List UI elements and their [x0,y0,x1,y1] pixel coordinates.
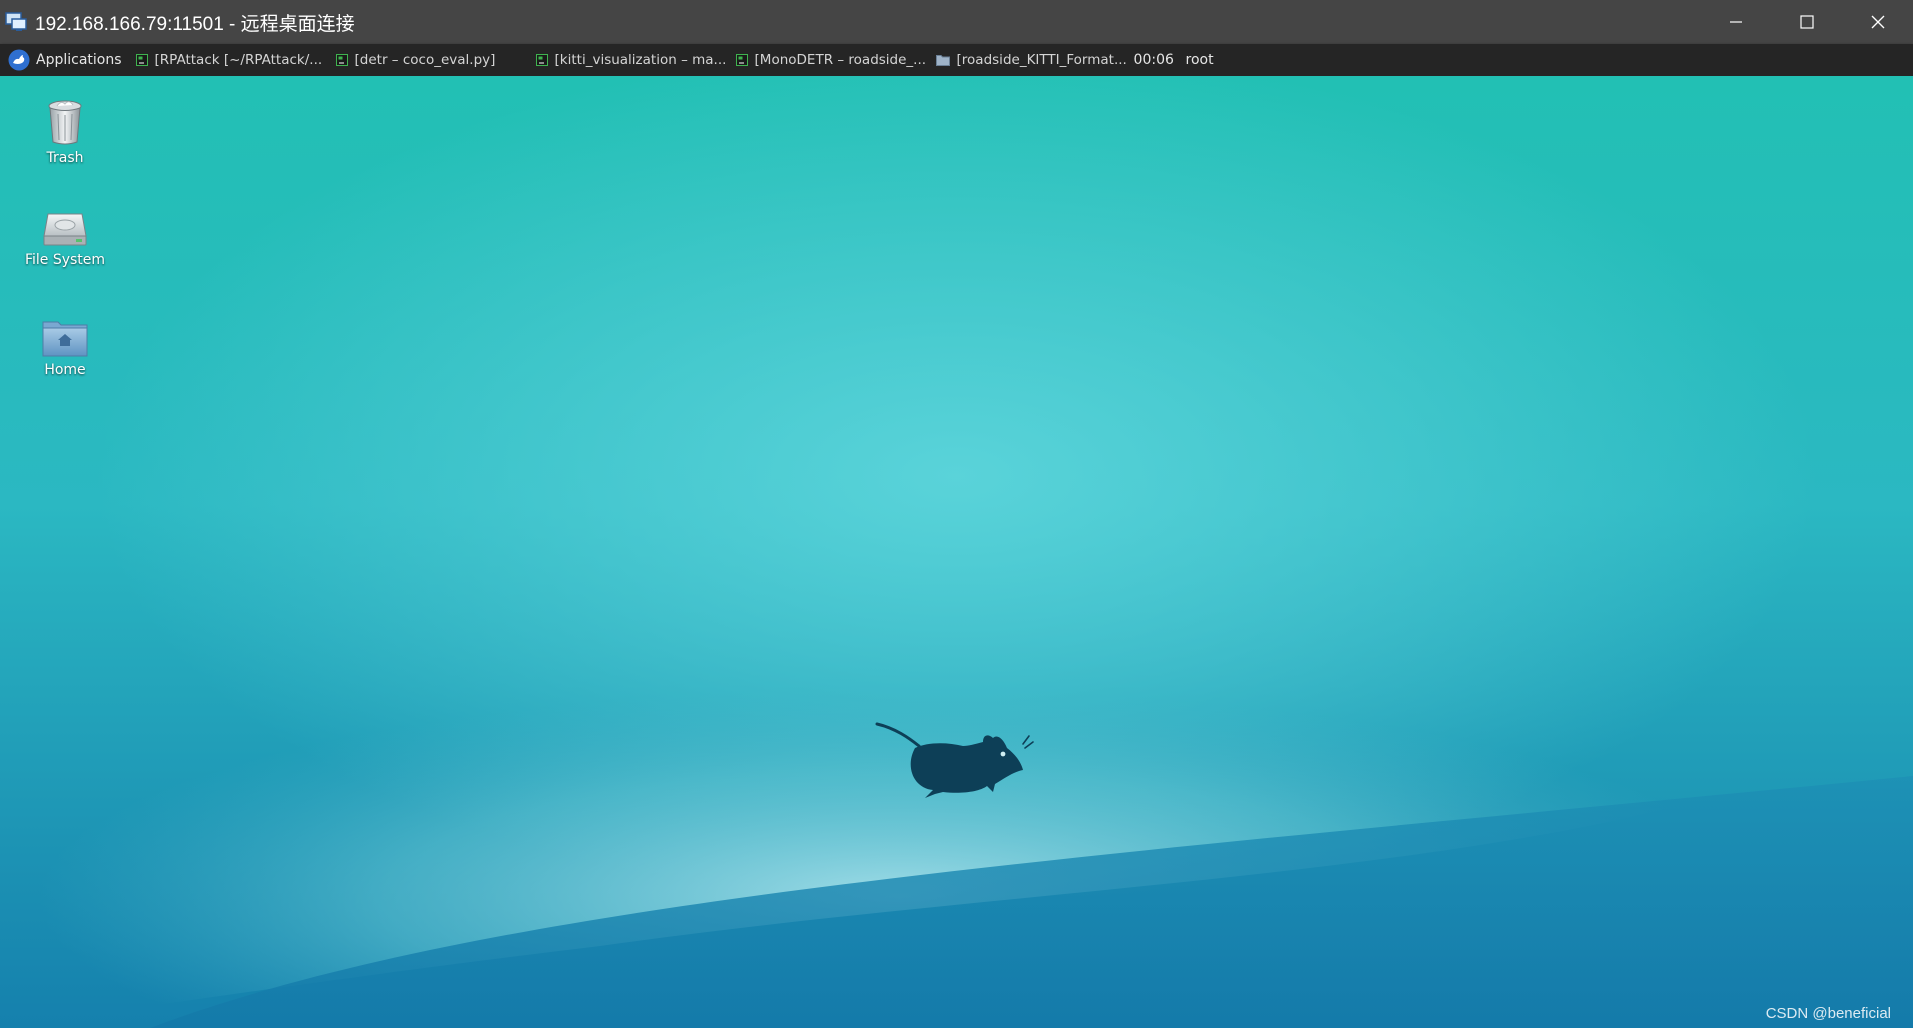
taskbar-item-label: [detr – coco_eval.py] [354,52,496,68]
panel-clock[interactable]: 00:06 [1134,52,1182,68]
taskbar-item-label: [RPAttack [~/RPAttack/... [154,52,323,68]
close-button[interactable] [1842,0,1913,44]
applications-menu-button[interactable]: Applications [0,44,132,76]
pycharm-icon [335,54,348,66]
taskbar-item-rpattack[interactable]: [RPAttack [~/RPAttack/... [132,44,332,76]
applications-label: Applications [36,52,122,68]
taskbar-item-monodetr[interactable]: [MonoDETR – roadside_... [732,44,932,76]
close-icon [1871,15,1884,29]
xfce-logo-icon [8,49,30,71]
desktop-icon-home[interactable]: Home [10,318,120,378]
taskbar-item-detr[interactable]: [detr – coco_eval.py] [332,44,532,76]
remote-desktop-icon [5,12,27,31]
taskbar-item-label: [kitti_visualization – ma... [554,52,727,68]
panel-user[interactable]: root [1186,52,1214,68]
maximize-button[interactable] [1771,0,1842,44]
desktop-icon-label: File System [24,252,106,268]
taskbar-item-kitti-visualization[interactable]: [kitti_visualization – ma... [532,44,732,76]
pycharm-icon [535,54,548,66]
xfce-mouse-logo [875,722,1034,798]
watermark: CSDN @beneficial [1765,1005,1891,1022]
taskbar-item-label: [roadside_KITTI_Format... [956,52,1127,68]
maximize-icon [1799,15,1814,29]
pycharm-icon [135,54,148,66]
desktop-icon-label: Home [44,362,86,378]
desktop-icon-trash[interactable]: Trash [10,98,120,166]
top-panel: Applications [RPAttack [~/RPAttack/... [… [0,44,1913,76]
trash-icon [48,100,82,145]
minimize-icon [1729,21,1742,23]
taskbar-item-roadside-kitti-folder[interactable]: [roadside_KITTI_Format... [932,44,1128,76]
wallpaper [0,76,1913,1028]
home-folder-icon [42,321,88,357]
taskbar-item-label: [MonoDETR – roadside_... [754,52,927,68]
minimize-button[interactable] [1700,0,1771,44]
pycharm-icon [735,54,748,66]
desktop-icon-label: Trash [46,150,84,166]
desktop-icon-file-system[interactable]: File System [10,208,120,268]
hard-drive-icon [43,213,87,246]
folder-icon [935,55,950,66]
desktop[interactable]: Trash File System Home CSDN @beneficial [0,76,1913,1028]
window-titlebar[interactable]: 192.168.166.79:11501 - 远程桌面连接 [0,0,1913,44]
window-title: 192.168.166.79:11501 - 远程桌面连接 [35,13,355,35]
